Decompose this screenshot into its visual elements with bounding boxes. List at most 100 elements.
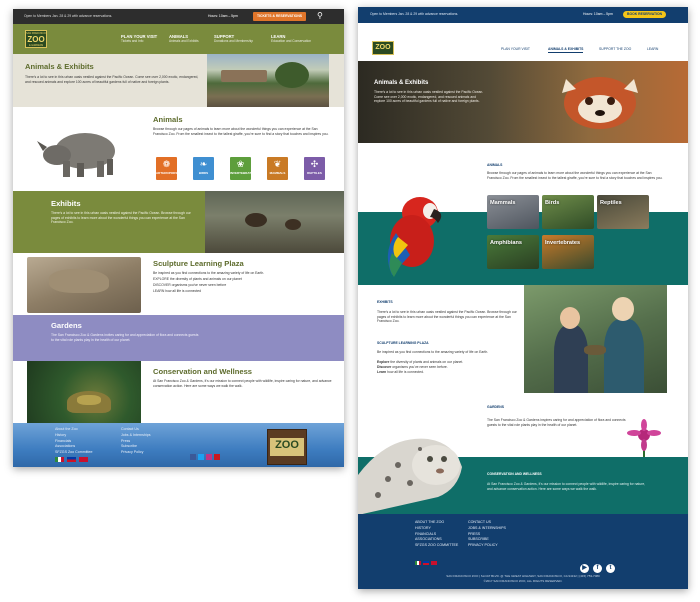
footer-link[interactable]: JOBS & INTERNSHIPS bbox=[468, 526, 506, 532]
old-sculpture-line-1: Be inspired as you find connections to t… bbox=[153, 271, 265, 275]
tile-invertebrates[interactable]: Invertebrates bbox=[542, 235, 594, 269]
new-gardens-heading: GARDENS bbox=[487, 405, 504, 409]
old-sculpture-line-4: LEARN how all life is connected bbox=[153, 289, 202, 293]
old-tickets-button[interactable]: TICKETS & RESERVATIONS bbox=[253, 12, 307, 21]
researchers-photo bbox=[524, 285, 667, 393]
red-panda-photo bbox=[556, 67, 642, 131]
old-animals-section: Animals Browse through our pages of anim… bbox=[13, 107, 344, 191]
twitter-icon[interactable] bbox=[198, 454, 204, 460]
old-footer-col-2: Contact Us Jobs & Internships Press Subs… bbox=[121, 427, 151, 456]
macaw-photo bbox=[372, 183, 460, 279]
snow-leopard-photo bbox=[358, 415, 470, 515]
old-animals-title: Animals bbox=[153, 115, 183, 124]
youtube-icon[interactable]: ▶ bbox=[580, 564, 589, 573]
book-reservation-button[interactable]: BOOK RESERVATION bbox=[623, 11, 667, 18]
footer-link[interactable]: Jobs & Internships bbox=[121, 433, 151, 439]
new-animals-text: Browse through our pages of animals to l… bbox=[487, 171, 663, 180]
old-nav-support[interactable]: SUPPORT Donations and Membership bbox=[214, 34, 253, 44]
new-top-bar: Open to Members Jan. 28 & 29 with advanc… bbox=[358, 7, 688, 23]
old-hero: Animals & Exhibits There's a lot to see … bbox=[13, 54, 344, 107]
social-icons: ▶ f t bbox=[580, 556, 619, 574]
new-hero-title: Animals & Exhibits bbox=[374, 80, 429, 86]
old-sculpture-section: Sculpture Learning Plaza Be inspired as … bbox=[13, 253, 344, 315]
old-hero-photo bbox=[207, 54, 329, 107]
old-top-bar: Open to Members Jan. 28 & 29 with advanc… bbox=[13, 9, 344, 24]
flag-icon bbox=[431, 561, 437, 565]
old-hours: Hours: 10am – 5pm bbox=[208, 14, 238, 18]
mammal-icon[interactable]: ❦ MAMMALS bbox=[267, 157, 288, 180]
old-nav-learn[interactable]: LEARN Education and Conservation bbox=[271, 34, 311, 44]
new-nav-bar: ZOO PLAN YOUR VISIT ANIMALS & EXHIBITS S… bbox=[358, 23, 688, 61]
old-conservation-title: Conservation and Wellness bbox=[153, 367, 253, 376]
new-nav-support[interactable]: SUPPORT THE ZOO bbox=[599, 47, 631, 52]
old-footer: About the Zoo History Financials Associa… bbox=[13, 423, 344, 467]
new-sculpture-line-3: Learn how all life is connected. bbox=[377, 370, 424, 374]
new-conservation-heading: CONSERVATION AND WELLNESS bbox=[487, 472, 542, 476]
new-exhibits-text: There's a lot to see in this urban oasis… bbox=[377, 310, 517, 324]
new-footer: ABOUT THE ZOO HISTORY FINANCIALS ASSOCIA… bbox=[358, 514, 688, 589]
new-copyright: ©2017 SAN FRANCISCO ZOO, ALL RIGHTS RESE… bbox=[483, 579, 563, 583]
new-design-screenshot: Open to Members Jan. 28 & 29 with advanc… bbox=[358, 7, 688, 589]
old-sculpture-line-3: DISCOVER organisms you've never seen bef… bbox=[153, 283, 227, 287]
search-icon[interactable]: ⚲ bbox=[317, 11, 323, 20]
old-conservation-text: At San Francisco Zoo & Gardens, it's our… bbox=[153, 379, 332, 388]
new-nav-animals[interactable]: ANIMALS & EXHIBITS bbox=[548, 47, 584, 53]
youtube-icon[interactable] bbox=[214, 454, 220, 460]
arthropod-icon[interactable]: ❁ ARTHROPODS bbox=[156, 157, 177, 180]
new-sculpture-intro: Be inspired as you find connections to t… bbox=[377, 350, 489, 354]
new-footer-col-2: CONTACT US JOBS & INTERNSHIPS PRESS SUBS… bbox=[468, 520, 506, 549]
new-hours: Hours: 10am – 5pm bbox=[583, 12, 613, 16]
new-footer-col-1: ABOUT THE ZOO HISTORY FINANCIALS ASSOCIA… bbox=[415, 520, 458, 549]
tile-birds[interactable]: Birds bbox=[542, 195, 594, 229]
tile-reptiles[interactable]: Reptiles bbox=[597, 195, 649, 229]
old-exhibits-section: Exhibits There's a lot to see in this ur… bbox=[13, 191, 344, 253]
footer-link[interactable]: SFZGS ZOO COMMITTEE bbox=[415, 543, 458, 549]
reptile-icon[interactable]: ✣ REPTILES bbox=[304, 157, 325, 180]
new-zoo-logo[interactable]: ZOO bbox=[372, 41, 394, 55]
tile-amphibians[interactable]: Amphibians bbox=[487, 235, 539, 269]
footer-link[interactable]: PRIVACY POLICY bbox=[468, 543, 506, 549]
new-nav-plan[interactable]: PLAN YOUR VISIT bbox=[501, 47, 530, 52]
old-gardens-text: The San Francisco Zoo & Gardens invites … bbox=[51, 333, 199, 342]
old-hero-title: Animals & Exhibits bbox=[25, 62, 94, 71]
old-sculpture-title: Sculpture Learning Plaza bbox=[153, 259, 244, 268]
new-conservation-text: At San Francisco Zoo & Gardens, it's our… bbox=[487, 482, 646, 491]
instagram-icon[interactable] bbox=[206, 454, 212, 460]
old-zoo-logo[interactable]: SAN FRANCISCO ZOO & GARDENS bbox=[25, 30, 47, 48]
flag-icon bbox=[423, 561, 429, 565]
new-sculpture-heading: SCULPTURE LEARNING PLAZA bbox=[377, 341, 429, 345]
rhino-photo bbox=[33, 117, 129, 183]
old-nav-animals[interactable]: ANIMALS Animals and Exhibits bbox=[169, 34, 199, 44]
new-address: SAN FRANCISCO ZOO | SLOAT BLVD. @ THE GR… bbox=[446, 574, 600, 578]
tortoise-photo bbox=[27, 361, 141, 423]
footer-link[interactable]: SFZGS Zoo Committee bbox=[55, 450, 93, 456]
old-animals-text: Browse through our pages of animals to l… bbox=[153, 127, 329, 136]
flag-icon bbox=[55, 457, 64, 462]
old-sculpture-line-2: EXPLORE the diversity of plants and anim… bbox=[153, 277, 242, 281]
old-top-notice: Open to Members Jan. 28 & 29 with advanc… bbox=[24, 14, 113, 18]
old-gardens-section: Gardens The San Francisco Zoo & Gardens … bbox=[13, 315, 344, 361]
flag-icon bbox=[67, 457, 76, 462]
footer-link[interactable]: Privacy Policy bbox=[121, 450, 151, 456]
new-nav-learn[interactable]: LEARN bbox=[647, 47, 658, 52]
old-exhibits-text: There's a lot to see in this urban oasis… bbox=[51, 211, 191, 225]
new-top-notice: Open to Members Jan. 28 & 29 with advanc… bbox=[370, 12, 459, 16]
new-animals-heading: ANIMALS bbox=[487, 163, 503, 167]
new-sculpture-line-1: Explore the diversity of plants and anim… bbox=[377, 360, 464, 364]
old-footer-col-1: About the Zoo History Financials Associa… bbox=[55, 427, 93, 456]
new-gardens-text: The San Francisco Zoo & Gardens inspires… bbox=[487, 418, 626, 427]
sculpture-photo bbox=[27, 257, 141, 313]
zoo-gate-sign: ZOO bbox=[267, 429, 307, 465]
facebook-icon[interactable]: f bbox=[593, 564, 602, 573]
old-nav-bar: SAN FRANCISCO ZOO & GARDENS PLAN YOUR VI… bbox=[13, 24, 344, 54]
invertebrate-icon[interactable]: ❀ INVERTEBRATES bbox=[230, 157, 255, 180]
new-hero-text: There's a lot to see in this urban oasis… bbox=[374, 90, 484, 104]
old-gardens-title: Gardens bbox=[51, 321, 82, 330]
old-nav-plan[interactable]: PLAN YOUR VISIT Tickets and Info bbox=[121, 34, 157, 44]
bird-icon[interactable]: ❧ BIRDS bbox=[193, 157, 214, 180]
facebook-icon[interactable] bbox=[190, 454, 196, 460]
twitter-icon[interactable]: t bbox=[606, 564, 615, 573]
tile-mammals[interactable]: Mammals bbox=[487, 195, 539, 229]
new-exhibits-heading: EXHIBITS bbox=[377, 300, 393, 304]
new-hero: Animals & Exhibits There's a lot to see … bbox=[358, 61, 688, 143]
